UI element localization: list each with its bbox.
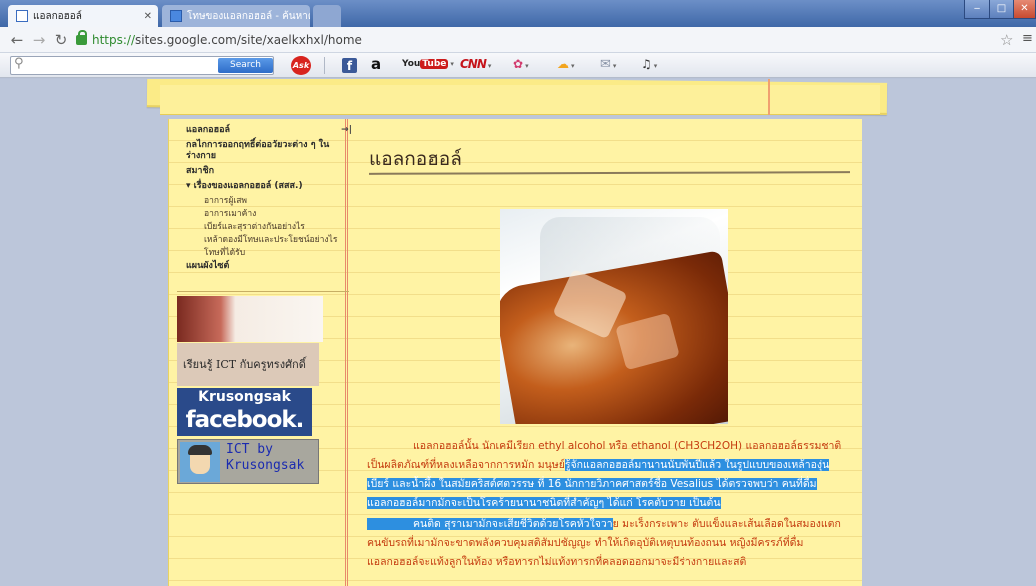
- sidebar-nav: แอลกอฮอล์ →| กลไกการออกฤทธิ์ต่ออวัยวะต่า…: [186, 125, 352, 276]
- flower-banner-image[interactable]: [177, 296, 323, 342]
- lock-icon: [76, 30, 87, 45]
- sidebar-item-thaihealth[interactable]: ▾ เรื่องของแอลกอฮอล์ (สสส.): [186, 181, 352, 192]
- whisky-liquid: [500, 250, 728, 424]
- page-content: แอลกอฮอล์ →| กลไกการออกฤทธิ์ต่ออวัยวะต่า…: [0, 79, 1036, 586]
- avatar-banner-text: ICT by Krusongsak: [226, 442, 305, 473]
- navigation-bar: ← → ↻ https:// sites.google.com/site/xae…: [0, 27, 1036, 53]
- sidebar-item-label: แอลกอฮอล์: [186, 125, 230, 135]
- tab-active[interactable]: แอลกอฮอล์ ✕: [8, 5, 158, 27]
- url-text: sites.google.com/site/xaelkxhxl/home: [135, 33, 362, 47]
- tab-close-icon[interactable]: ✕: [138, 11, 152, 22]
- search-button[interactable]: Search: [218, 58, 273, 73]
- back-arrow-icon[interactable]: ←: [8, 30, 26, 50]
- sidebar-subitem-harms[interactable]: โทษที่ได้รับ: [204, 248, 352, 259]
- address-bar[interactable]: https:// sites.google.com/site/xaelkxhxl…: [76, 30, 1020, 50]
- ask-icon[interactable]: Ask: [291, 56, 311, 75]
- new-tab-button[interactable]: [313, 5, 341, 27]
- facebook-banner-name: Krusongsak: [198, 389, 291, 405]
- browser-window: แอลกอฮอล์ ✕ โทษของแอลกอฮอล์ - ค้นหาด้ ✕ …: [0, 0, 1036, 586]
- menu-icon[interactable]: ≡: [1022, 31, 1033, 46]
- sidebar-subitem-herbal-liquor[interactable]: เหล้าดองมีโทษและประโยชน์อย่างไร: [204, 235, 352, 246]
- bookmark-star-icon[interactable]: ☆: [1000, 31, 1013, 49]
- flower-icon[interactable]: ✿ ▾: [513, 57, 529, 71]
- sidebar-item-members[interactable]: สมาชิก: [186, 166, 352, 177]
- title-underline: [368, 171, 851, 175]
- article-paragraph: คนติด สุราเมามักจะเสียชีวิตด้วยโรคหัวใจว…: [367, 515, 845, 572]
- reload-icon[interactable]: ↻: [52, 30, 70, 50]
- minimize-button[interactable]: ‒: [964, 0, 990, 19]
- sidebar-item-mechanism[interactable]: กลไกการออกฤทธิ์ต่ออวัยวะต่าง ๆ ในร่างกาย: [186, 140, 352, 162]
- youtube-tube-label: Tube: [420, 59, 449, 69]
- sidebar-divider: [177, 291, 349, 292]
- forward-arrow-icon[interactable]: →: [30, 30, 48, 50]
- amazon-icon[interactable]: a: [371, 55, 381, 73]
- selected-text: คนติด สุราเมามักจะเสียชีวิตด้วยโรคหัวใจว…: [367, 518, 613, 530]
- toolbar-search-input[interactable]: ⚲ Search: [10, 56, 274, 75]
- sidebar-subitem-symptoms[interactable]: อาการผู้เสพ: [204, 196, 352, 207]
- google-favicon-icon: [170, 10, 182, 22]
- close-window-button[interactable]: ✕: [1013, 0, 1036, 19]
- youtube-icon[interactable]: You Tube ▾: [402, 59, 454, 69]
- notebook-paper: แอลกอฮอล์ →| กลไกการออกฤทธิ์ต่ออวัยวะต่า…: [168, 119, 862, 586]
- sidebar-subitem-hangover[interactable]: อาการเมาค้าง: [204, 209, 352, 220]
- tab-inactive[interactable]: โทษของแอลกอฮอล์ - ค้นหาด้ ✕: [162, 5, 310, 27]
- whisky-glass-image: [500, 209, 728, 424]
- sidebar-subitem-beer-vs-liquor[interactable]: เบียร์และสุราต่างกันอย่างไร: [204, 222, 352, 233]
- sites-favicon-icon: [16, 10, 28, 22]
- facebook-banner[interactable]: Krusongsak facebook.: [177, 388, 312, 436]
- sidebar-item-alcohol[interactable]: แอลกอฮอล์ →|: [186, 125, 352, 136]
- radio-icon[interactable]: ♫ ▾: [641, 57, 657, 71]
- weather-icon[interactable]: ☁ ▾: [557, 57, 575, 71]
- youtube-label: You: [402, 59, 421, 69]
- paper-header-sheet: [160, 85, 880, 115]
- avatar-banner[interactable]: ICT by Krusongsak: [177, 439, 319, 484]
- collapse-arrow-icon[interactable]: →|: [341, 125, 352, 136]
- ict-banner[interactable]: เรียนรู้ ICT กับครูทรงศักดิ์: [177, 343, 319, 386]
- sidebar-item-sitemap[interactable]: แผนผังไซต์: [186, 261, 352, 272]
- search-icon: ⚲: [14, 56, 24, 71]
- tab-label: โทษของแอลกอฮอล์ - ค้นหาด้: [187, 10, 310, 22]
- facebook-icon[interactable]: f: [342, 58, 357, 73]
- facebook-banner-logo: facebook.: [185, 407, 305, 433]
- article-paragraph: แอลกอฮอล์นั้น นักเคมีเรียก ethyl alcohol…: [367, 437, 845, 513]
- cnn-label: CNN: [460, 57, 487, 71]
- page-title: แอลกอฮอล์: [369, 148, 462, 170]
- search-toolbar: ⚲ Search Ask f a You Tube ▾ CNN ▾ ✿ ▾ ☁ ▾ ✉ ▾ …: [0, 53, 1036, 78]
- article-body: แอลกอฮอล์นั้น นักเคมีเรียก ethyl alcohol…: [367, 437, 845, 572]
- mail-icon[interactable]: ✉ ▾: [600, 57, 616, 72]
- maximize-button[interactable]: □: [989, 0, 1014, 19]
- tab-label: แอลกอฮอล์: [33, 10, 82, 22]
- avatar: [180, 442, 220, 482]
- url-scheme: https://: [92, 33, 136, 47]
- paper-margin-top: [768, 79, 770, 115]
- toolbar-divider: [324, 57, 325, 74]
- tab-strip: แอลกอฮอล์ ✕ โทษของแอลกอฮอล์ - ค้นหาด้ ✕ …: [0, 0, 1036, 27]
- cnn-icon[interactable]: CNN ▾: [460, 57, 491, 71]
